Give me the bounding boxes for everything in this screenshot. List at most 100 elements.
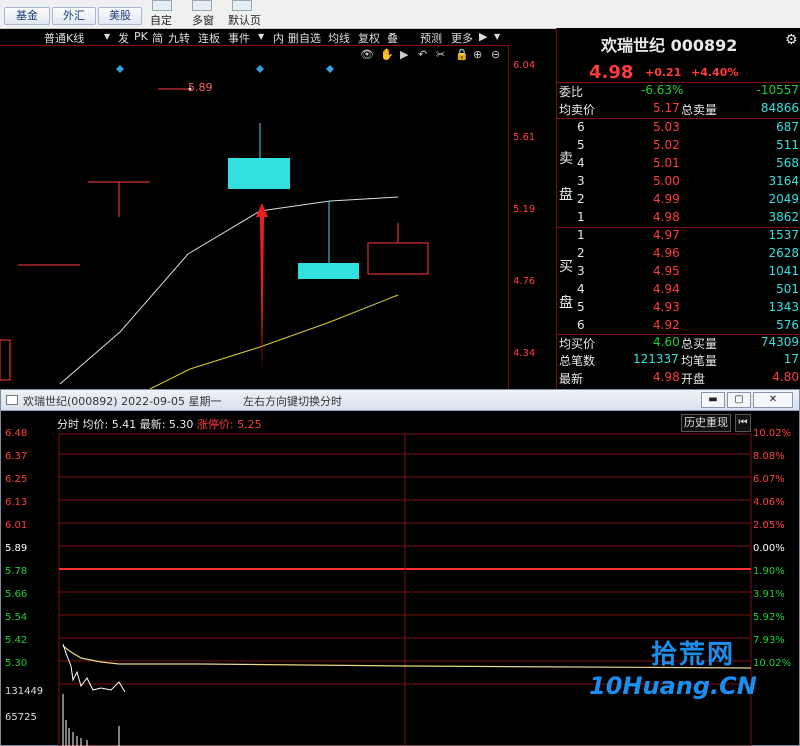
sell-volume: 568 xyxy=(776,156,799,170)
tool-pk[interactable]: PK xyxy=(134,30,148,43)
tool-fa[interactable]: 发 xyxy=(118,30,129,46)
tool-remove-watchlist[interactable]: 删自选 xyxy=(288,30,321,46)
forex-button[interactable]: 外汇 xyxy=(52,7,96,25)
buy-price[interactable]: 4.96 xyxy=(653,246,680,260)
hand-icon[interactable]: ✋ xyxy=(380,48,394,61)
buy-level: 3 xyxy=(577,264,585,278)
maximize-button[interactable]: ▢ xyxy=(727,392,751,408)
buy-price[interactable]: 4.95 xyxy=(653,264,680,278)
sell-price[interactable]: 5.02 xyxy=(653,138,680,152)
candle-red xyxy=(0,339,11,381)
axis-tick: 5.78 xyxy=(5,566,28,577)
fund-button[interactable]: 基金 xyxy=(4,7,50,25)
ma-line-yellow xyxy=(149,294,399,389)
buy-price[interactable]: 4.97 xyxy=(653,228,680,242)
kline-chart[interactable] xyxy=(0,29,510,389)
minimize-button[interactable]: ▬ xyxy=(701,392,725,408)
avg-price-line xyxy=(62,645,752,669)
price-change-pct: +4.40% xyxy=(691,66,739,79)
price-change: +0.21 xyxy=(645,66,682,79)
tool-adjust[interactable]: 复权 xyxy=(358,30,380,46)
kline-type-dropdown-icon[interactable]: ▼ xyxy=(104,32,110,41)
buy-level: 1 xyxy=(577,228,585,242)
sell-side-label: 卖 xyxy=(559,151,573,167)
undo-icon[interactable]: ↶ xyxy=(418,48,427,61)
trades-count: 121337 xyxy=(633,352,679,366)
buy-volume: 2628 xyxy=(768,246,799,260)
kline-price-axis: 6.04 5.61 5.19 4.76 4.34 xyxy=(508,46,557,389)
sell-volume: 687 xyxy=(776,120,799,134)
quote-panel: 欢瑞世纪 000892 ⚙ 4.98 +0.21 +4.40% 委比 -6.63… xyxy=(556,28,800,389)
volume-tick: 131449 xyxy=(5,686,44,697)
eye-icon[interactable]: 👁 xyxy=(360,48,374,61)
zoom-out-icon[interactable]: ⊖ xyxy=(491,48,500,61)
tool-nei[interactable]: 内 xyxy=(273,30,284,46)
custom-label[interactable]: 自定 xyxy=(150,12,172,28)
axis-tick: 6.25 xyxy=(5,474,28,485)
buy-side-label: 买 xyxy=(559,259,573,275)
tool-jian[interactable]: 简 xyxy=(152,30,163,46)
play-icon[interactable]: ▶ xyxy=(400,48,408,61)
trades-label: 总笔数 xyxy=(559,354,596,368)
tool-overlay[interactable]: 叠 xyxy=(387,30,398,46)
open-label: 开盘 xyxy=(681,372,706,386)
axis-tick: 6.04 xyxy=(513,60,536,71)
sell-level: 3 xyxy=(577,174,585,188)
lock-icon[interactable]: 🔒 xyxy=(455,48,469,61)
buy-volume: 1537 xyxy=(768,228,799,242)
buy-level: 5 xyxy=(577,300,585,314)
sell-price[interactable]: 5.03 xyxy=(653,120,680,134)
tool-events[interactable]: 事件 xyxy=(228,30,250,46)
avg-lot-label: 均笔量 xyxy=(681,354,718,368)
buy-level: 2 xyxy=(577,246,585,260)
buy-price[interactable]: 4.94 xyxy=(653,282,680,296)
sell-price[interactable]: 4.98 xyxy=(653,210,680,224)
window-hint: 左右方向键切换分时 xyxy=(243,395,342,408)
us-stock-button[interactable]: 美股 xyxy=(98,7,142,25)
avg-sell-label: 均卖价 xyxy=(559,103,596,117)
watermark-cn: 拾荒网 xyxy=(651,640,736,670)
buy-price[interactable]: 4.93 xyxy=(653,300,680,314)
toolbar-dropdown-icon[interactable]: ▼ xyxy=(494,32,500,41)
tool-more[interactable]: 更多 xyxy=(451,30,473,46)
axis-tick: 6.37 xyxy=(5,451,28,462)
event-diamond[interactable] xyxy=(116,65,124,73)
axis-tick: 5.54 xyxy=(5,612,28,623)
tool-predict[interactable]: 预测 xyxy=(420,30,442,46)
sell-price[interactable]: 4.99 xyxy=(653,192,680,206)
tool-jiuzhuan[interactable]: 九转 xyxy=(168,30,190,46)
buy-volume: 1041 xyxy=(768,264,799,278)
events-dropdown-icon[interactable]: ▼ xyxy=(258,32,264,41)
intraday-window[interactable]: 欢瑞世纪(000892) 2022-09-05 星期一 左右方向键切换分时 ▬ … xyxy=(0,389,800,746)
default-page-icon[interactable] xyxy=(232,0,252,11)
multi-window-icon[interactable] xyxy=(192,0,212,11)
sell-price[interactable]: 5.01 xyxy=(653,156,680,170)
tool-lianban[interactable]: 连板 xyxy=(198,30,220,46)
event-diamond[interactable] xyxy=(256,65,264,73)
event-diamond[interactable] xyxy=(326,65,334,73)
buy-price[interactable]: 4.92 xyxy=(653,318,680,332)
expand-icon[interactable]: ▶ xyxy=(479,30,487,43)
candle-cyan xyxy=(228,158,290,189)
axis-tick: 5.61 xyxy=(513,132,536,143)
buy-side-label: 盘 xyxy=(559,295,573,311)
buy-volume: 576 xyxy=(776,318,799,332)
axis-tick: 5.42 xyxy=(5,635,28,646)
buy-volume: 501 xyxy=(776,282,799,296)
default-page-label[interactable]: 默认页 xyxy=(228,12,261,28)
kline-type-select[interactable]: 普通K线 xyxy=(44,30,84,46)
close-button[interactable]: ✕ xyxy=(753,392,793,408)
window-titlebar[interactable]: 欢瑞世纪(000892) 2022-09-05 星期一 左右方向键切换分时 ▬ … xyxy=(1,390,799,411)
tool-ma[interactable]: 均线 xyxy=(328,30,350,46)
avg-lot-value: 17 xyxy=(783,352,799,366)
custom-icon[interactable] xyxy=(152,0,172,11)
sell-price[interactable]: 5.00 xyxy=(653,174,680,188)
gear-icon[interactable]: ⚙ xyxy=(785,32,798,48)
avg-sell-price: 5.17 xyxy=(653,101,680,115)
sell-side-label: 盘 xyxy=(559,187,573,203)
total-sell-volume: 84866 xyxy=(760,101,799,115)
multi-window-label[interactable]: 多窗 xyxy=(192,12,214,28)
zoom-in-icon[interactable]: ⊕ xyxy=(473,48,482,61)
sell-level: 4 xyxy=(577,156,585,170)
scissors-icon[interactable]: ✂ xyxy=(436,48,445,61)
